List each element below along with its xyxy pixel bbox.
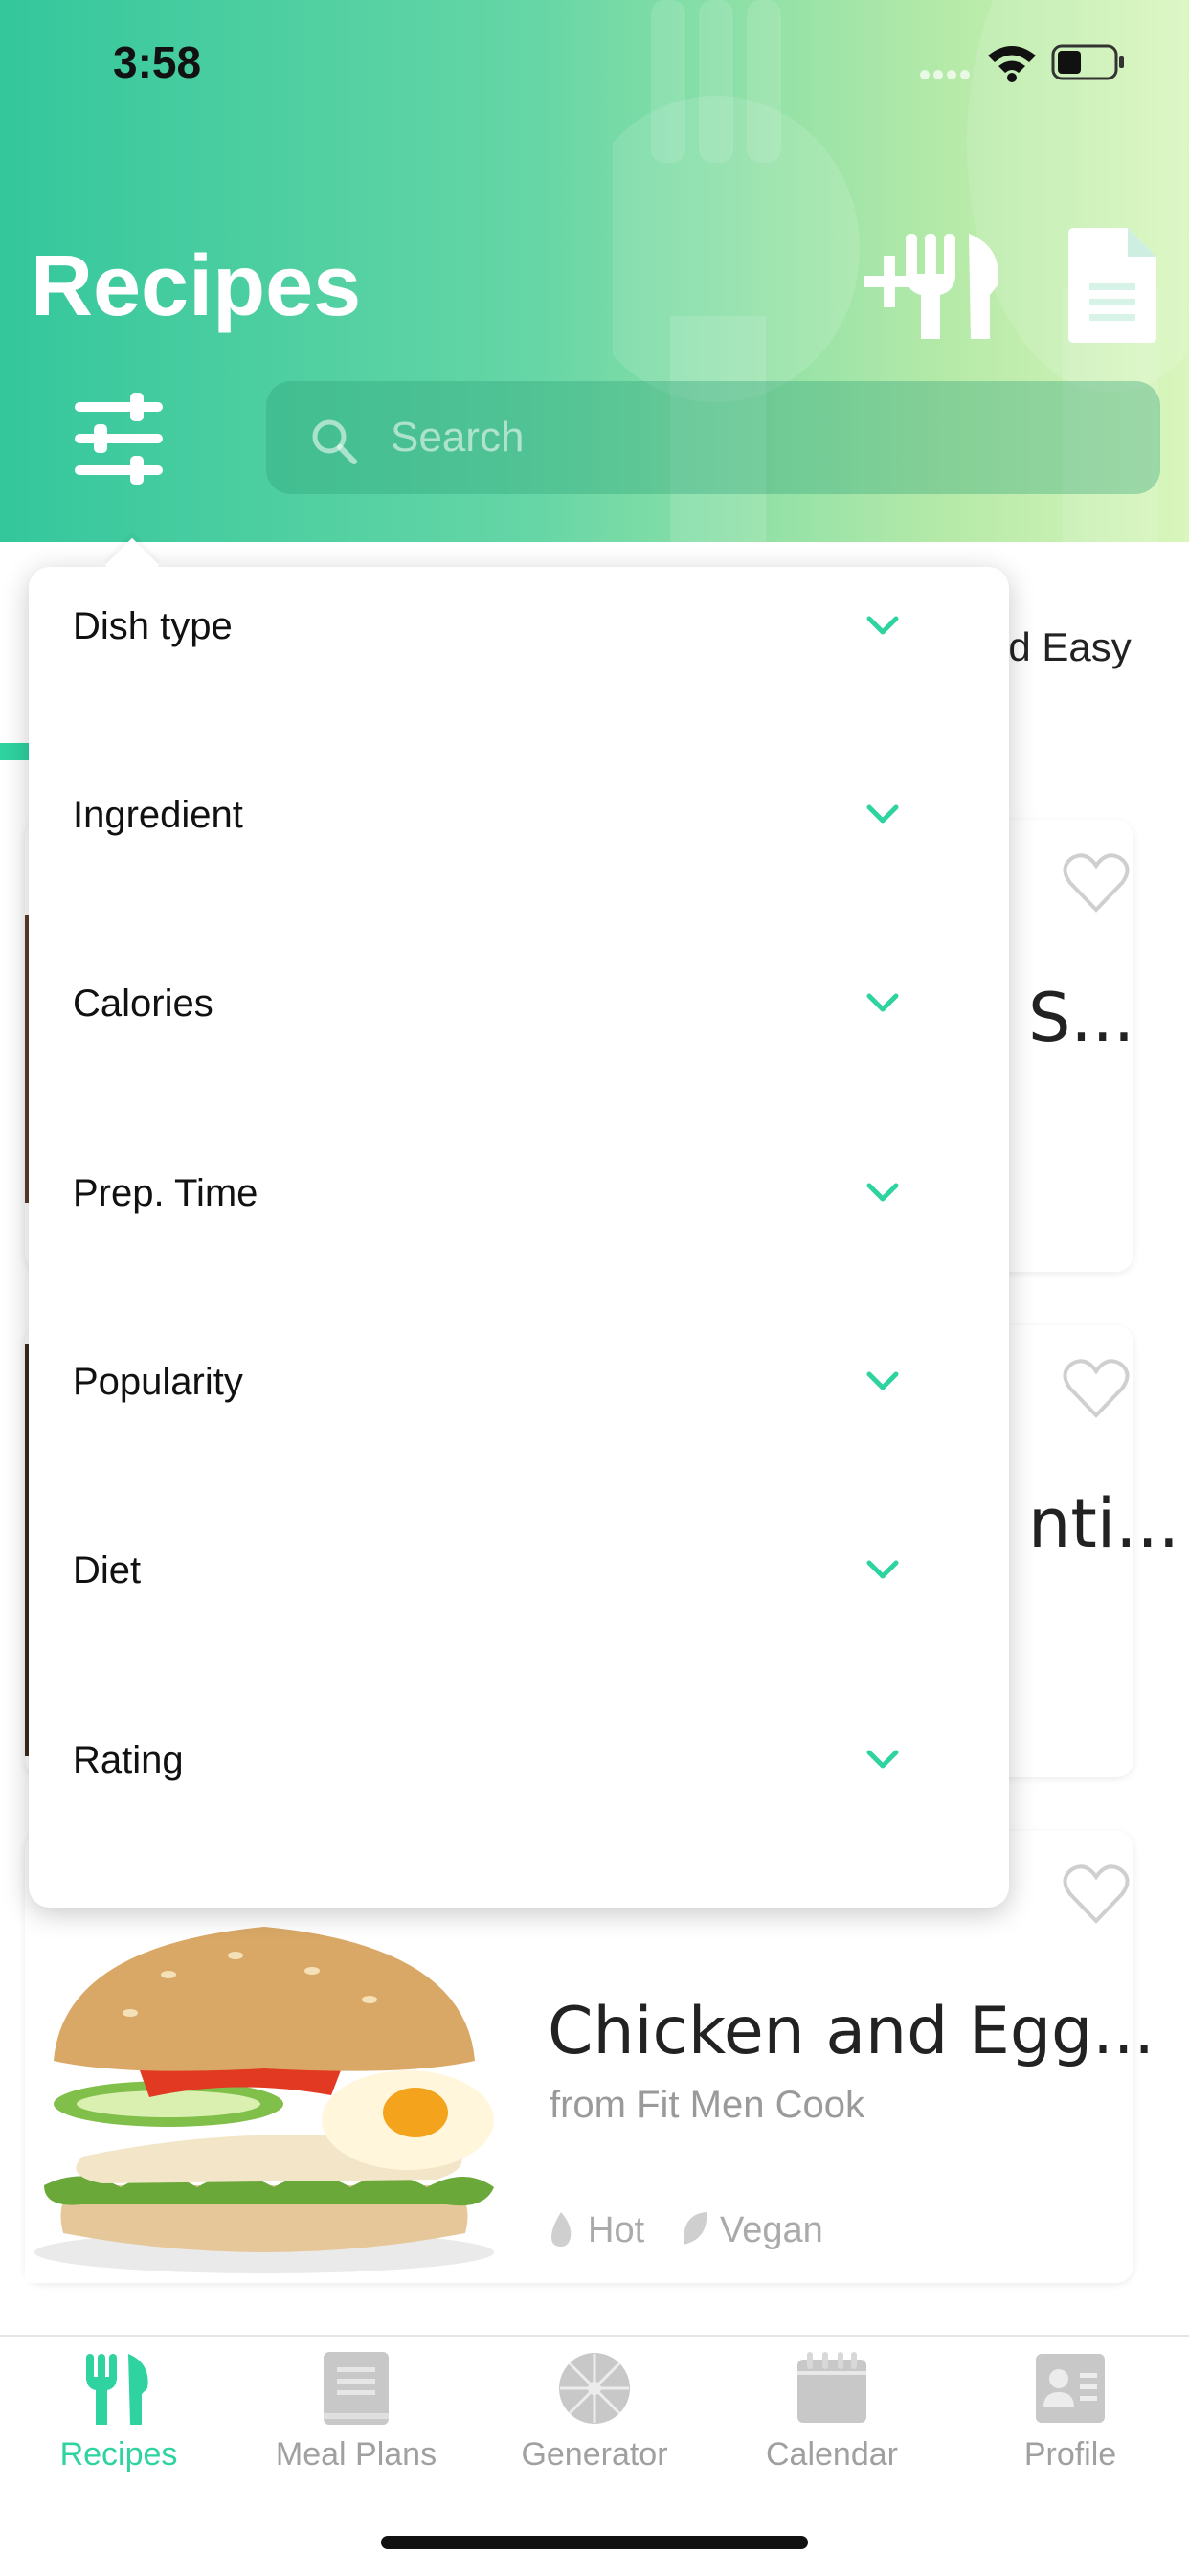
tab-recipes[interactable]: Recipes — [0, 2337, 237, 2519]
home-indicator[interactable] — [381, 2536, 808, 2549]
filter-popularity[interactable]: Popularity — [29, 1361, 1009, 1457]
filter-label: Prep. Time — [73, 1172, 258, 1214]
battery-icon — [1051, 44, 1124, 80]
header: 3:58 Recipes Search — [0, 0, 1189, 542]
filter-label: Ingredient — [73, 794, 243, 836]
document-button[interactable] — [1068, 228, 1156, 343]
tab-label: Profile — [1023, 2436, 1117, 2473]
tab-meal-plans[interactable]: Meal Plans — [237, 2337, 475, 2519]
chevron-down-icon — [866, 993, 899, 1012]
recipe-image — [25, 1908, 504, 2283]
chevron-down-icon — [866, 1750, 899, 1769]
tab-label: Calendar — [766, 2436, 898, 2473]
wheel-icon — [559, 2353, 630, 2424]
chevron-down-icon — [866, 804, 899, 824]
search-icon — [312, 419, 357, 464]
tab-profile[interactable]: Profile — [952, 2337, 1189, 2519]
filter-label: Rating — [73, 1739, 184, 1781]
filter-label: Popularity — [73, 1361, 243, 1403]
flame-icon — [551, 2212, 572, 2247]
filter-label: Calories — [73, 983, 213, 1025]
tag-vegan: Vegan — [720, 2210, 823, 2250]
tab-label: Generator — [521, 2436, 668, 2473]
filter-sliders-button[interactable] — [75, 393, 163, 485]
filter-dish-type[interactable]: Dish type — [29, 605, 1009, 701]
filter-rating[interactable]: Rating — [29, 1739, 1009, 1835]
favorite-heart-icon[interactable] — [1063, 852, 1130, 914]
filter-calories[interactable]: Calories — [29, 983, 1009, 1078]
cellular-signal-icon — [920, 70, 970, 79]
filter-label: Dish type — [73, 605, 233, 647]
wifi-icon — [988, 46, 1036, 82]
chevron-down-icon — [866, 1560, 899, 1579]
filter-label: Diet — [73, 1549, 142, 1592]
filter-prep-time[interactable]: Prep. Time — [29, 1172, 1009, 1268]
calendar-icon — [797, 2352, 866, 2423]
page-title: Recipes — [31, 238, 362, 334]
recipe-source: from Fit Men Cook — [550, 2084, 864, 2126]
book-icon — [324, 2352, 389, 2425]
status-time: 3:58 — [113, 37, 202, 87]
tab-generator[interactable]: Generator — [476, 2337, 713, 2519]
fork-knife-icon — [86, 2354, 148, 2425]
filter-dropdown: Dish type Ingredient Calories Prep. Time… — [29, 567, 1009, 1908]
favorite-heart-icon[interactable] — [1063, 1864, 1130, 1925]
search-placeholder: Search — [391, 414, 525, 461]
recipe-title: S... — [1028, 979, 1135, 1057]
tab-calendar[interactable]: Calendar — [713, 2337, 951, 2519]
filter-diet[interactable]: Diet — [29, 1549, 1009, 1645]
tab-label: Meal Plans — [275, 2436, 437, 2473]
profile-card-icon — [1036, 2354, 1105, 2423]
add-recipe-button[interactable] — [864, 228, 1005, 343]
leaf-icon — [683, 2212, 707, 2245]
search-input[interactable]: Search — [266, 381, 1160, 494]
tag-hot: Hot — [588, 2210, 645, 2250]
recipe-title: Chicken and Egg... — [548, 1994, 1155, 2069]
recipe-title: nti... — [1028, 1484, 1180, 1563]
category-tab-indicator — [0, 743, 29, 760]
filter-ingredient[interactable]: Ingredient — [29, 794, 1009, 890]
chevron-down-icon — [866, 1183, 899, 1202]
favorite-heart-icon[interactable] — [1063, 1358, 1130, 1419]
chevron-down-icon — [866, 1371, 899, 1390]
chevron-down-icon — [866, 616, 899, 635]
tab-label: Recipes — [59, 2436, 178, 2473]
